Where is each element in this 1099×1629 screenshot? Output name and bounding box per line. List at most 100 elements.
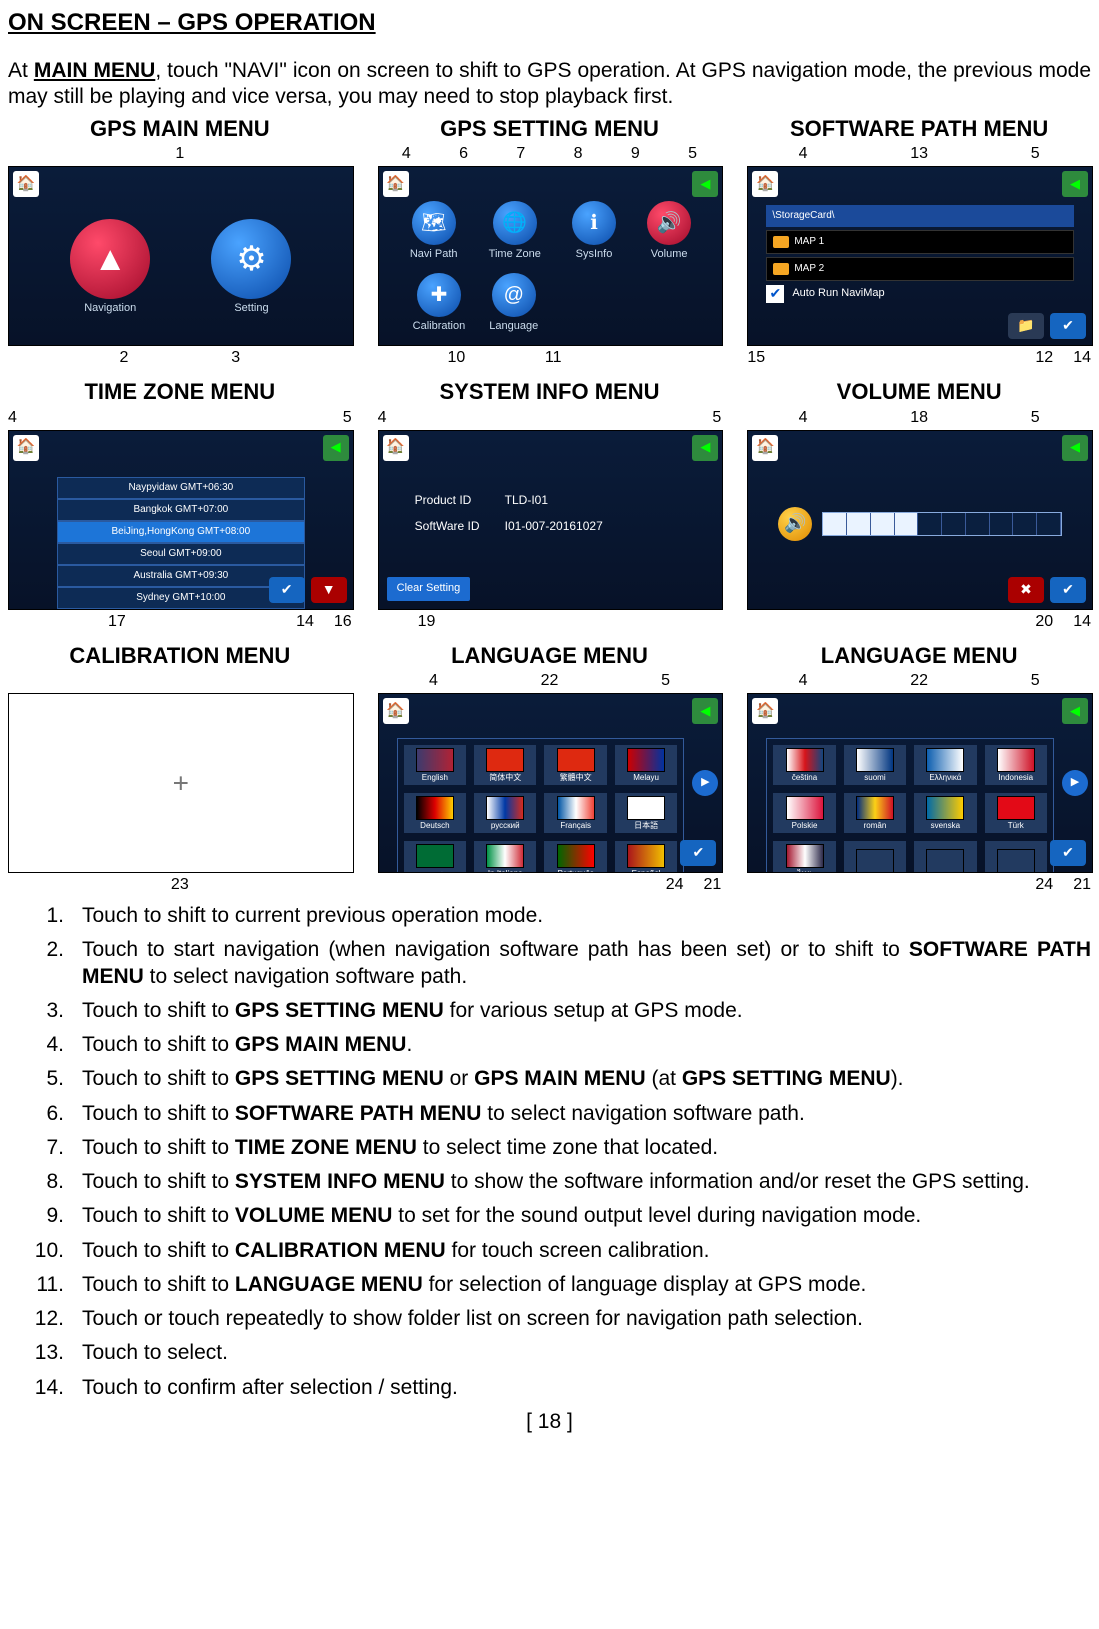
instruction-item: 7.Touch to shift to TIME ZONE MENU to se… bbox=[8, 1135, 1091, 1161]
confirm-button[interactable]: ✔ bbox=[1050, 577, 1086, 603]
back-icon[interactable] bbox=[1062, 171, 1088, 197]
callout: 7 bbox=[516, 144, 525, 164]
confirm-button[interactable]: ✔ bbox=[1050, 313, 1086, 339]
navigation-button[interactable]: ▲Navigation bbox=[70, 219, 150, 316]
cell-software-path: SOFTWARE PATH MENU 4 13 5 \StorageCard\ … bbox=[747, 115, 1091, 369]
language-flag[interactable]: Español bbox=[615, 841, 677, 873]
crosshair-icon[interactable]: + bbox=[173, 766, 189, 801]
callout: 24 bbox=[666, 875, 684, 895]
language-flag[interactable]: Deutsch bbox=[404, 793, 466, 833]
browse-button[interactable]: 📁 bbox=[1008, 313, 1044, 339]
language-flag[interactable]: 日本語 bbox=[615, 793, 677, 833]
language-flag[interactable]: svenska bbox=[914, 793, 976, 833]
label-volume: VOLUME MENU bbox=[837, 378, 1002, 406]
language-grid: češtinasuomiΕλληνικάIndonesia Polskieromâ… bbox=[766, 738, 1054, 873]
language-flag[interactable]: 繁體中文 bbox=[544, 745, 606, 785]
sysinfo-button[interactable]: ℹSysInfo bbox=[572, 201, 616, 262]
language-flag[interactable]: ไทย bbox=[773, 841, 835, 873]
language-flag[interactable]: In Italiano bbox=[474, 841, 536, 873]
cell-gps-setting: GPS SETTING MENU 4 6 7 8 9 5 🗺Navi Path … bbox=[378, 115, 722, 369]
instruction-text: Touch to shift to GPS SETTING MENU for v… bbox=[82, 998, 1091, 1024]
instruction-text: Touch to shift to SOFTWARE PATH MENU to … bbox=[82, 1101, 1091, 1127]
checkbox-icon[interactable]: ✔ bbox=[766, 285, 784, 303]
home-icon[interactable] bbox=[383, 698, 409, 724]
language-flag[interactable]: Português bbox=[544, 841, 606, 873]
home-icon[interactable] bbox=[752, 435, 778, 461]
scroll-down-button[interactable]: ▼ bbox=[311, 577, 347, 603]
path-item[interactable]: MAP 1 bbox=[766, 230, 1074, 254]
time-zone-button[interactable]: 🌐Time Zone bbox=[489, 201, 541, 262]
calibration-screen[interactable]: + bbox=[8, 693, 354, 873]
language-flag[interactable]: Polskie bbox=[773, 793, 835, 833]
clear-setting-button[interactable]: Clear Setting bbox=[387, 577, 471, 601]
home-icon[interactable] bbox=[383, 435, 409, 461]
back-icon[interactable] bbox=[1062, 698, 1088, 724]
language-flag[interactable]: Ελληνικά bbox=[914, 745, 976, 785]
back-icon[interactable] bbox=[323, 435, 349, 461]
instruction-text: Touch to shift to GPS MAIN MENU. bbox=[82, 1032, 1091, 1058]
instruction-number: 5. bbox=[8, 1066, 82, 1092]
intro-paragraph: At MAIN MENU, touch "NAVI" icon on scree… bbox=[8, 58, 1091, 111]
language-flag[interactable]: Indonesia bbox=[985, 745, 1047, 785]
instruction-text: Touch to start navigation (when navigati… bbox=[82, 937, 1091, 990]
language-flag[interactable]: Türk bbox=[985, 793, 1047, 833]
instruction-text: Touch to shift to VOLUME MENU to set for… bbox=[82, 1203, 1091, 1229]
instruction-item: 6.Touch to shift to SOFTWARE PATH MENU t… bbox=[8, 1101, 1091, 1127]
language-flag[interactable]: Melayu bbox=[615, 745, 677, 785]
confirm-button[interactable]: ✔ bbox=[680, 840, 716, 866]
tz-row[interactable]: Naypyidaw GMT+06:30 bbox=[57, 477, 305, 499]
language-button[interactable]: @Language bbox=[489, 273, 538, 334]
tz-row[interactable]: Bangkok GMT+07:00 bbox=[57, 499, 305, 521]
time-zone-screen: Naypyidaw GMT+06:30 Bangkok GMT+07:00 Be… bbox=[8, 430, 354, 610]
tz-row[interactable]: BeiJing,HongKong GMT+08:00 bbox=[57, 521, 305, 543]
path-head[interactable]: \StorageCard\ bbox=[766, 205, 1074, 227]
cell-calibration: CALIBRATION MENU + 23 bbox=[8, 642, 352, 896]
tz-row[interactable]: Australia GMT+09:30 bbox=[57, 565, 305, 587]
home-icon[interactable] bbox=[752, 698, 778, 724]
cancel-button[interactable]: ✖ bbox=[1008, 577, 1044, 603]
setting-button[interactable]: ⚙Setting bbox=[211, 219, 291, 316]
tz-row[interactable]: Sydney GMT+10:00 bbox=[57, 587, 305, 609]
home-icon[interactable] bbox=[383, 171, 409, 197]
language-flag[interactable]: čeština bbox=[773, 745, 835, 785]
instruction-text: Touch to shift to CALIBRATION MENU for t… bbox=[82, 1238, 1091, 1264]
confirm-button[interactable]: ✔ bbox=[1050, 840, 1086, 866]
callout: 23 bbox=[171, 875, 189, 895]
language-flag[interactable] bbox=[914, 841, 976, 873]
language-flag[interactable] bbox=[844, 841, 906, 873]
next-page-icon[interactable]: ▶ bbox=[692, 770, 718, 796]
volume-button[interactable]: 🔊Volume bbox=[647, 201, 691, 262]
language-flag[interactable]: English bbox=[404, 745, 466, 785]
cell-time-zone: TIME ZONE MENU 4 5 Naypyidaw GMT+06:30 B… bbox=[8, 378, 352, 632]
tz-row[interactable]: Seoul GMT+09:00 bbox=[57, 543, 305, 565]
navi-path-button[interactable]: 🗺Navi Path bbox=[410, 201, 458, 262]
language-flag[interactable]: عربي bbox=[404, 841, 466, 873]
instruction-text: Touch to shift to current previous opera… bbox=[82, 903, 1091, 929]
path-item[interactable]: MAP 2 bbox=[766, 257, 1074, 281]
callout: 4 bbox=[799, 144, 808, 164]
back-icon[interactable] bbox=[692, 698, 718, 724]
speaker-icon: 🔊 bbox=[778, 507, 812, 541]
language-flag[interactable]: 简体中文 bbox=[474, 745, 536, 785]
home-icon[interactable] bbox=[752, 171, 778, 197]
volume-bar[interactable] bbox=[822, 512, 1062, 536]
language-flag[interactable]: Français bbox=[544, 793, 606, 833]
language-flag[interactable] bbox=[985, 841, 1047, 873]
autorun-row[interactable]: ✔ Auto Run NaviMap bbox=[766, 285, 884, 303]
next-page-icon[interactable]: ▶ bbox=[1062, 770, 1088, 796]
language-flag[interactable]: suomi bbox=[844, 745, 906, 785]
confirm-button[interactable]: ✔ bbox=[269, 577, 305, 603]
instruction-number: 4. bbox=[8, 1032, 82, 1058]
back-icon[interactable] bbox=[692, 435, 718, 461]
back-icon[interactable] bbox=[692, 171, 718, 197]
callout: 14 bbox=[296, 612, 314, 632]
home-icon[interactable] bbox=[13, 435, 39, 461]
cell-volume: VOLUME MENU 4 18 5 🔊 ✖ ✔ bbox=[747, 378, 1091, 632]
volume-control[interactable]: 🔊 bbox=[778, 507, 1062, 541]
back-icon[interactable] bbox=[1062, 435, 1088, 461]
language-flag[interactable]: русский bbox=[474, 793, 536, 833]
instruction-item: 10.Touch to shift to CALIBRATION MENU fo… bbox=[8, 1238, 1091, 1264]
home-icon[interactable] bbox=[13, 171, 39, 197]
calibration-button[interactable]: ✚Calibration bbox=[413, 273, 466, 334]
language-flag[interactable]: român bbox=[844, 793, 906, 833]
